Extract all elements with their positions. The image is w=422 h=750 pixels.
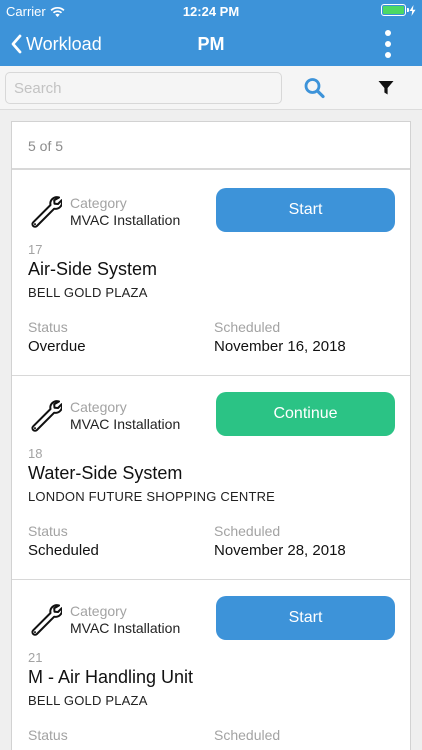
vertical-ellipsis-icon (385, 41, 391, 47)
category-value: MVAC Installation (70, 212, 181, 228)
status-label: Status (28, 319, 68, 335)
work-order-title: M - Air Handling Unit (28, 667, 194, 687)
status-bar: Carrier 12:24 PM (0, 0, 422, 22)
list-item[interactable]: Category MVAC Installation Continue 18 W… (12, 376, 410, 580)
battery-fill (383, 6, 404, 14)
category-value: MVAC Installation (70, 620, 181, 636)
status-value: Scheduled (28, 542, 99, 559)
funnel-icon (378, 81, 394, 95)
category-label: Category (70, 399, 127, 415)
work-order-list: 5 of 5 Category MVAC Installation Start … (11, 121, 411, 750)
work-order-number: 21 (28, 650, 43, 665)
work-order-location: BELL GOLD PLAZA (28, 693, 148, 708)
back-button[interactable]: Workload (10, 22, 102, 66)
start-button[interactable]: Start (216, 188, 395, 232)
back-label: Workload (26, 33, 102, 54)
battery-group (381, 4, 416, 16)
category-value: MVAC Installation (70, 416, 181, 432)
navigation-bar: Workload PM (0, 22, 422, 66)
scheduled-label: Scheduled (214, 319, 281, 335)
list-item[interactable]: Category MVAC Installation Start 17 Air-… (12, 172, 410, 376)
work-order-title: Air-Side System (28, 259, 158, 279)
work-order-location: LONDON FUTURE SHOPPING CENTRE (28, 489, 276, 504)
work-order-title: Water-Side System (28, 463, 183, 483)
filter-button[interactable] (376, 76, 396, 100)
continue-button[interactable]: Continue (216, 392, 395, 436)
search-input[interactable] (5, 72, 282, 104)
more-options-button[interactable] (382, 30, 394, 58)
clock: 12:24 PM (182, 4, 240, 19)
battery-icon (381, 4, 409, 16)
status-label: Status (28, 523, 68, 539)
wrench-icon (31, 196, 62, 228)
category-label: Category (70, 195, 127, 211)
search-button[interactable] (302, 76, 328, 100)
work-order-number: 18 (28, 446, 43, 461)
search-bar (0, 66, 422, 110)
result-count: 5 of 5 (12, 122, 410, 170)
status-value: Overdue (28, 338, 86, 355)
scheduled-date: November 28, 2018 (214, 542, 346, 559)
status-label: Status (28, 727, 68, 743)
work-order-number: 17 (28, 242, 43, 257)
category-label: Category (70, 603, 127, 619)
wrench-icon (31, 604, 62, 636)
list-item[interactable]: Category MVAC Installation Start 21 M - … (12, 580, 410, 750)
wrench-icon (31, 400, 62, 432)
charging-bolt-icon (409, 4, 416, 16)
scheduled-label: Scheduled (214, 523, 281, 539)
work-order-location: BELL GOLD PLAZA (28, 285, 148, 300)
scheduled-date: November 16, 2018 (214, 338, 346, 355)
start-button[interactable]: Start (216, 596, 395, 640)
vertical-ellipsis-icon (385, 52, 391, 58)
magnifier-icon (304, 78, 325, 99)
chevron-left-icon (11, 34, 22, 54)
vertical-ellipsis-icon (385, 30, 391, 36)
scheduled-label: Scheduled (214, 727, 281, 743)
